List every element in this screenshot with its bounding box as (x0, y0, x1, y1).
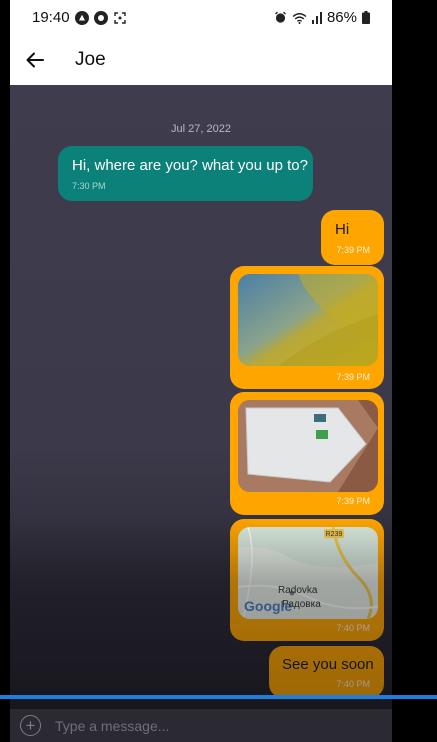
chat-area[interactable]: Jul 27, 2022 Hi, where are you? what you… (10, 85, 392, 742)
message-time: 7:39 PM (336, 245, 370, 255)
back-button[interactable] (12, 37, 58, 83)
battery-icon (362, 11, 370, 24)
alarm-icon (275, 11, 286, 23)
message-text: See you soon (282, 656, 374, 673)
date-separator: Jul 27, 2022 (171, 123, 231, 135)
status-right: 86% (274, 9, 370, 26)
map-image: R239 Radovka Google Радовка (238, 527, 378, 619)
message-time: 7:40 PM (336, 623, 370, 633)
message-composer: + (10, 709, 392, 742)
wifi-icon (292, 12, 307, 24)
progress-line (0, 695, 437, 699)
message-bubble-incoming[interactable]: Hi, where are you? what you up to? 7:30 … (58, 146, 313, 201)
message-bubble-outgoing[interactable]: See you soon 7:40 PM (269, 646, 384, 698)
photo-image (238, 400, 378, 492)
battery-percentage: 86% (326, 9, 357, 26)
conversation-title: Joe (75, 49, 106, 70)
map-thumbnail[interactable]: R239 Radovka Google Радовка (238, 527, 378, 619)
location-badge-icon (93, 10, 108, 25)
map-road-label: R239 (326, 531, 343, 538)
google-badge-icon (74, 10, 89, 25)
message-bubble-image[interactable]: 7:39 PM (230, 266, 384, 389)
message-time: 7:39 PM (336, 496, 370, 506)
message-input[interactable] (53, 716, 357, 735)
photo-image (238, 274, 378, 366)
message-bubble-image[interactable]: 7:39 PM (230, 392, 384, 515)
signal-icon (311, 11, 322, 24)
map-place-label-cyrillic: Радовка (282, 599, 321, 610)
message-time: 7:40 PM (336, 679, 370, 689)
message-bubble-outgoing[interactable]: Hi 7:39 PM (321, 210, 384, 265)
map-place-label: Radovka (278, 585, 318, 596)
photo-thumbnail[interactable] (238, 274, 378, 366)
screenshot-icon (113, 11, 126, 24)
message-time: 7:30 PM (72, 181, 106, 191)
arrow-left-icon (26, 52, 44, 68)
plus-circle-icon[interactable]: + (20, 715, 41, 736)
status-bar: 19:40 86% (10, 0, 392, 35)
photo-thumbnail[interactable] (238, 400, 378, 492)
status-left: 19:40 (32, 9, 127, 26)
phone-screen: 19:40 86% Joe Jul 27, 2022 Hi, where are… (10, 0, 392, 742)
app-bar: Joe (10, 35, 392, 85)
message-text: Hi, where are you? what you up to? (72, 157, 308, 174)
message-time: 7:39 PM (336, 372, 370, 382)
status-time: 19:40 (32, 9, 70, 26)
message-bubble-location[interactable]: R239 Radovka Google Радовка 7:40 PM (230, 519, 384, 641)
message-text: Hi (335, 221, 350, 238)
